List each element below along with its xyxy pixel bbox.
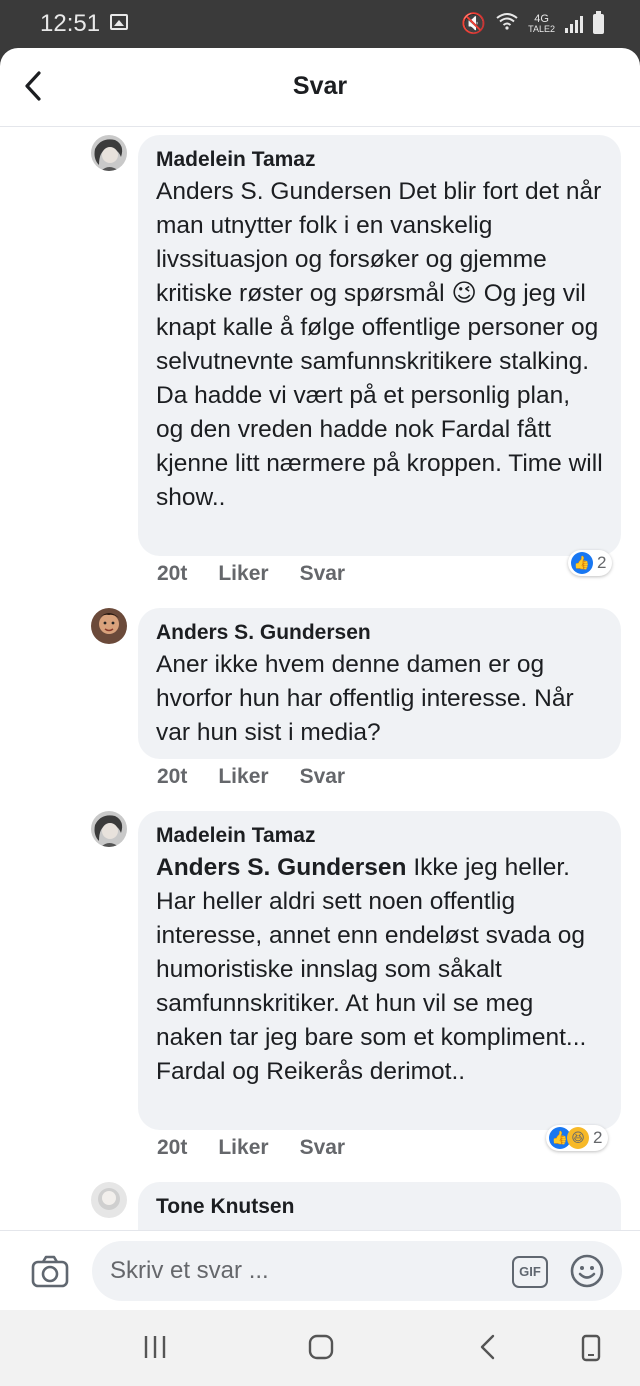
comment-text: Aner ikke hvem denne damen er og hvorfor… <box>156 651 574 746</box>
avatar[interactable] <box>91 608 127 644</box>
network-type-label: 4G <box>534 12 549 25</box>
comment-actions: 20t Liker Svar <box>157 1136 345 1160</box>
comment-author[interactable]: Anders S. Gundersen <box>156 620 603 646</box>
back-icon[interactable] <box>478 1334 498 1365</box>
gallery-notification-icon <box>110 14 128 30</box>
comment-actions: 20t Liker Svar <box>157 562 345 586</box>
signal-icon <box>565 15 583 33</box>
mention-link[interactable]: Anders S. Gundersen <box>156 854 407 881</box>
wifi-icon <box>496 12 518 35</box>
comment-text: Anders S. Gundersen Ikke jeg heller. Har… <box>156 851 603 1089</box>
comment-body: Ikke jeg heller. Har heller aldri sett n… <box>156 854 587 1085</box>
reply-sheet: Svar Madelein Tamaz Anders S. Gundersen … <box>0 48 640 1310</box>
reply-button[interactable]: Svar <box>300 562 346 586</box>
screenshot-icon[interactable] <box>579 1334 603 1367</box>
avatar[interactable] <box>91 1182 127 1218</box>
like-button[interactable]: Liker <box>218 765 268 789</box>
like-button[interactable]: Liker <box>218 562 268 586</box>
emoji-icon[interactable] <box>569 1253 605 1289</box>
header: Svar <box>0 48 640 127</box>
gif-button[interactable]: GIF <box>512 1256 548 1288</box>
reply-compose-bar: GIF <box>0 1230 640 1311</box>
reply-button[interactable]: Svar <box>300 765 346 789</box>
comment-time: 20t <box>157 1136 188 1159</box>
like-button[interactable]: Liker <box>218 1136 268 1160</box>
reply-button[interactable]: Svar <box>300 1136 346 1160</box>
comment-author[interactable]: Madelein Tamaz <box>156 147 603 173</box>
camera-icon[interactable] <box>30 1253 70 1289</box>
status-icons: 🔇 4G TALE2 <box>461 10 604 36</box>
carrier-label: TALE2 <box>528 23 555 34</box>
comment-time: 20t <box>157 765 188 788</box>
avatar[interactable] <box>91 135 127 171</box>
reaction-count: 2 <box>593 1128 603 1147</box>
reaction-summary[interactable]: 👍 😆 2 <box>546 1125 609 1151</box>
mute-icon: 🔇 <box>461 13 487 35</box>
clock: 12:51 <box>40 10 101 37</box>
battery-icon <box>593 10 604 34</box>
comment-bubble: Madelein Tamaz Anders S. Gundersen Det b… <box>138 135 621 556</box>
home-icon[interactable] <box>308 1334 334 1365</box>
page-title: Svar <box>292 72 348 100</box>
comment-time: 20t <box>157 562 188 585</box>
comment-author[interactable]: Madelein Tamaz <box>156 823 603 849</box>
comment-text: Anders S. Gundersen Det blir fort det nå… <box>156 178 603 511</box>
comment-bubble: Madelein Tamaz Anders S. Gundersen Ikke … <box>138 811 621 1130</box>
comment-bubble: Anders S. Gundersen Aner ikke hvem denne… <box>138 608 621 759</box>
avatar[interactable] <box>91 811 127 847</box>
reaction-summary[interactable]: 👍 2 <box>568 550 613 576</box>
recent-apps-icon[interactable] <box>143 1334 167 1365</box>
like-reaction-icon: 👍 <box>571 552 593 574</box>
haha-reaction-icon: 😆 <box>567 1127 589 1149</box>
network-type-indicator: 4G TALE2 <box>528 12 555 34</box>
comment-actions: 20t Liker Svar <box>157 765 345 789</box>
comment-author[interactable]: Tone Knutsen <box>156 1194 603 1220</box>
status-bar: 12:51 🔇 4G TALE2 <box>0 0 640 48</box>
reaction-count: 2 <box>597 553 607 572</box>
system-nav-bar <box>0 1310 640 1386</box>
